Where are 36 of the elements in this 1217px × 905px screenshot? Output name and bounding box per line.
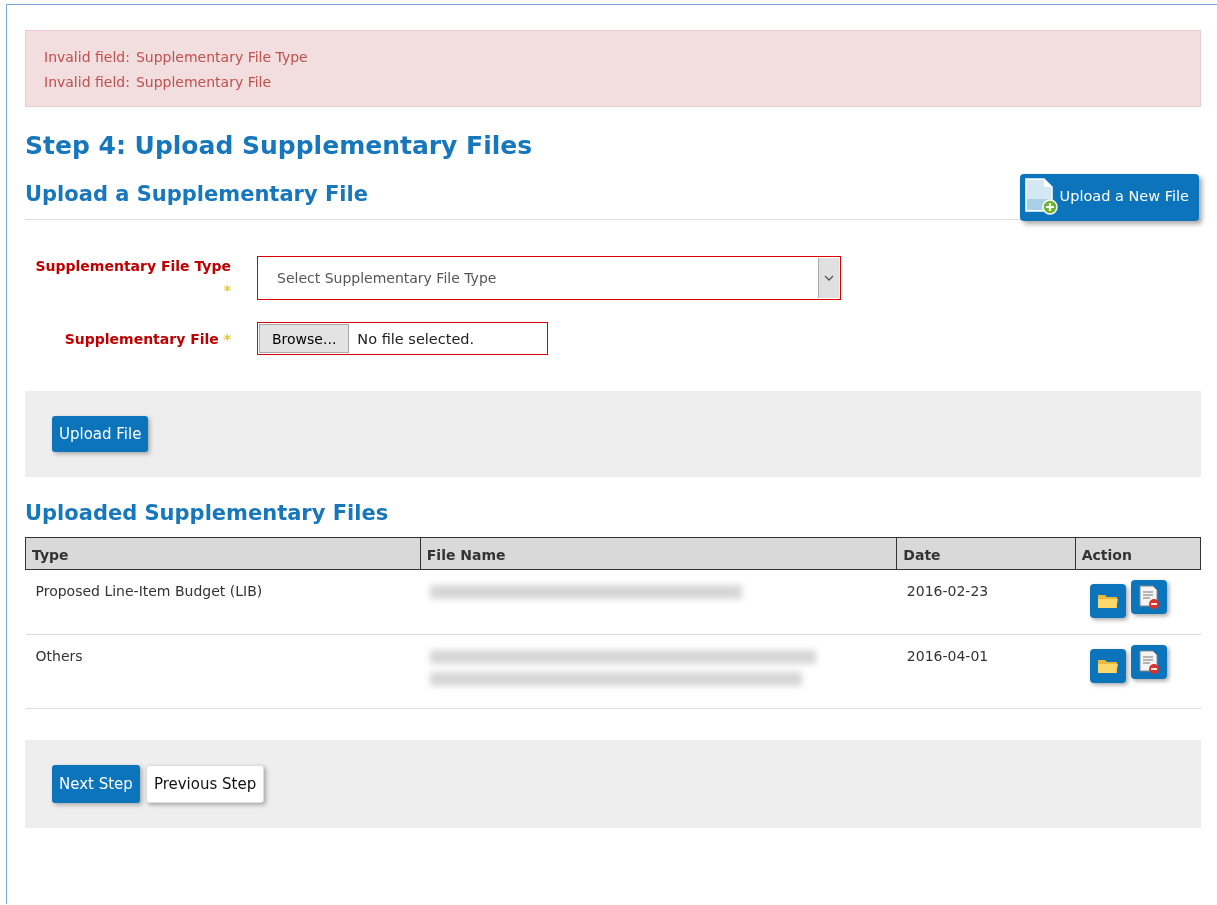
previous-step-button[interactable]: Previous Step xyxy=(145,765,265,803)
section-heading: Upload a Supplementary File xyxy=(25,182,368,206)
folder-icon xyxy=(1097,593,1120,609)
open-folder-button[interactable] xyxy=(1090,649,1127,683)
file-input[interactable]: Browse... No file selected. xyxy=(257,322,548,355)
error-label: Invalid field: xyxy=(44,74,130,90)
required-mark: * xyxy=(223,330,231,347)
upload-new-file-button[interactable]: Upload a New File xyxy=(1019,174,1199,221)
upload-file-button[interactable]: Upload File xyxy=(52,416,149,452)
new-file-icon xyxy=(1023,177,1058,215)
required-mark: * xyxy=(223,282,231,298)
next-step-button[interactable]: Next Step xyxy=(52,765,140,803)
error-field: Supplementary File Type xyxy=(135,49,308,65)
chevron-down-icon xyxy=(824,275,834,281)
error-field: Supplementary File xyxy=(135,74,272,90)
column-header: File Name xyxy=(420,537,897,570)
error-label: Invalid field: xyxy=(44,49,130,65)
field-label: Supplementary File * xyxy=(63,329,231,349)
open-folder-button[interactable] xyxy=(1090,584,1127,618)
table-cell: Others xyxy=(25,634,421,709)
delete-file-button[interactable] xyxy=(1131,645,1168,679)
table-cell: 2016-02-23 xyxy=(896,569,1076,635)
column-header: Type xyxy=(25,537,421,570)
column-header: Date xyxy=(896,537,1076,570)
delete-file-button[interactable] xyxy=(1131,580,1168,614)
browse-button[interactable]: Browse... xyxy=(259,324,350,353)
folder-icon xyxy=(1097,658,1120,674)
column-header: Action xyxy=(1075,537,1201,570)
page-title: Step 4: Upload Supplementary Files xyxy=(25,131,534,160)
file-type-select[interactable]: Select Supplementary File Type xyxy=(257,256,841,300)
document-remove-icon xyxy=(1138,585,1161,609)
field-label: Supplementary File Type * xyxy=(34,257,231,300)
document-remove-icon xyxy=(1138,650,1161,674)
table-cell: Proposed Line-Item Budget (LIB) xyxy=(25,569,421,635)
table-cell: 2016-04-01 xyxy=(896,634,1076,709)
section-heading: Uploaded Supplementary Files xyxy=(25,501,390,525)
